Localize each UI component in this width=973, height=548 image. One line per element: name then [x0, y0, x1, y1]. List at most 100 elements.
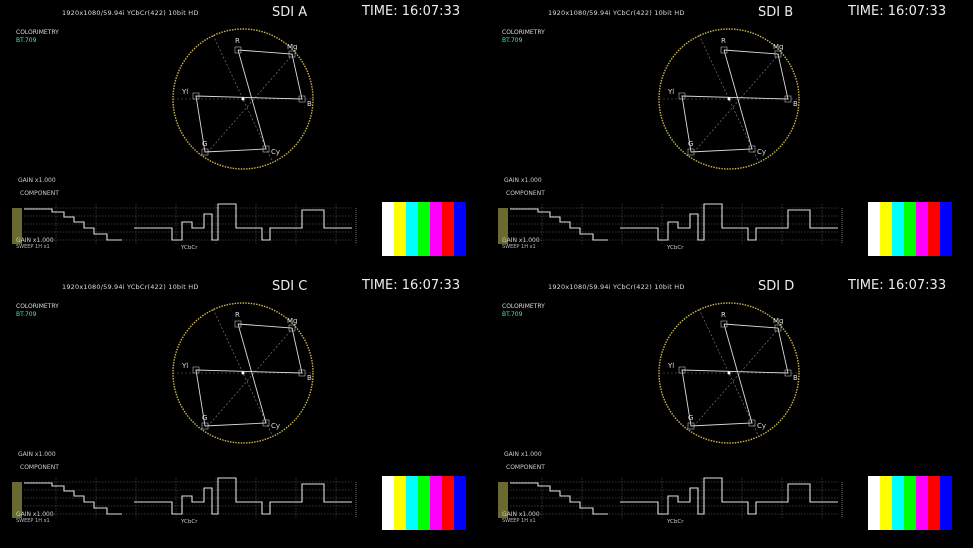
vector-gain: GAIN x1.000 [18, 451, 56, 458]
vector-center [241, 97, 245, 101]
color-bar-blue [454, 202, 466, 256]
component-label: COMPONENT [506, 464, 545, 471]
waveform-trace-y [510, 482, 608, 515]
target-label-mg: Mg [287, 317, 297, 325]
colorimetry-label: COLORIMETRY [502, 303, 545, 310]
waveform-monitor [12, 477, 357, 518]
color-bar-yellow [394, 202, 406, 256]
timecode: TIME: 16:07:33 [362, 278, 461, 293]
waveform-monitor [498, 477, 843, 518]
target-label-mg: Mg [287, 43, 297, 51]
component-label: COMPONENT [20, 464, 59, 471]
vectorscope-axis-3 [207, 53, 294, 153]
target-label-g: G [688, 414, 693, 422]
timecode: TIME: 16:07:33 [848, 278, 947, 293]
signal-format: 1920x1080/59.94i YCbCr(422) 10bit HD [62, 9, 199, 17]
target-label-yl: Yl [667, 362, 674, 370]
waveform-trace-y [24, 482, 122, 515]
target-label-r: R [721, 311, 726, 319]
target-label-b: B [307, 374, 312, 382]
color-bars-preview [382, 202, 466, 256]
input-title: SDI B [758, 5, 794, 20]
color-bar-cyan [406, 476, 418, 530]
color-bar-cyan [406, 202, 418, 256]
sdi-panel-a[interactable]: 1920x1080/59.94i YCbCr(422) 10bit HD SDI… [0, 0, 486, 274]
waveform-sweep: SWEEP 1H x1 [16, 244, 50, 250]
vectorscope: R Mg B Cy G Yl [172, 28, 314, 170]
color-bar-red [928, 476, 940, 530]
target-label-g: G [688, 140, 693, 148]
waveform-gain: GAIN x1.000 [502, 237, 540, 244]
vectorscope: R Mg B Cy G Yl [658, 28, 800, 170]
vector-center [727, 97, 731, 101]
color-bar-yellow [880, 476, 892, 530]
timecode: TIME: 16:07:33 [848, 4, 947, 19]
color-bars-preview [382, 476, 466, 530]
target-label-yl: Yl [181, 88, 188, 96]
waveform-trace-c [620, 203, 838, 241]
sdi-panel-c[interactable]: 1920x1080/59.94i YCbCr(422) 10bit HD SDI… [0, 274, 486, 548]
color-bars-preview [868, 476, 952, 530]
waveform-monitor [498, 203, 843, 244]
target-label-yl: Yl [667, 88, 674, 96]
color-bar-cyan [892, 476, 904, 530]
color-bar-magenta [430, 476, 442, 530]
waveform-trace-c [134, 477, 352, 515]
colorimetry-label: COLORIMETRY [16, 29, 59, 36]
waveform-sweep: SWEEP 1H x1 [502, 518, 536, 524]
target-label-cy: Cy [757, 148, 766, 156]
target-label-b: B [793, 100, 798, 108]
vectorscope-axis-3 [207, 327, 294, 427]
colorimetry-value: BT.709 [16, 37, 37, 44]
waveform-ycbcr-label: YCbCr [181, 245, 198, 251]
color-bar-yellow [880, 202, 892, 256]
vectorscope-axis-3 [693, 53, 780, 153]
color-bar-green [904, 476, 916, 530]
color-bar-white [868, 202, 880, 256]
vectorscope: R Mg B Cy G Yl [172, 302, 314, 444]
waveform-trace-y [24, 208, 122, 241]
color-bars-preview [868, 202, 952, 256]
colorimetry-label: COLORIMETRY [502, 29, 545, 36]
color-bar-green [904, 202, 916, 256]
color-bar-cyan [892, 202, 904, 256]
waveform-gain: GAIN x1.000 [16, 511, 54, 518]
vectorscope: R Mg B Cy G Yl [658, 302, 800, 444]
waveform-trace-c [134, 203, 352, 241]
timecode: TIME: 16:07:33 [362, 4, 461, 19]
component-label: COMPONENT [506, 190, 545, 197]
colorimetry-value: BT.709 [502, 37, 523, 44]
signal-format: 1920x1080/59.94i YCbCr(422) 10bit HD [62, 283, 199, 291]
waveform-sweep: SWEEP 1H x1 [16, 518, 50, 524]
input-title: SDI D [758, 279, 795, 294]
target-label-cy: Cy [271, 148, 280, 156]
vector-gain: GAIN x1.000 [18, 177, 56, 184]
signal-format: 1920x1080/59.94i YCbCr(422) 10bit HD [548, 9, 685, 17]
target-label-r: R [235, 37, 240, 45]
color-bar-blue [940, 202, 952, 256]
color-bar-white [382, 202, 394, 256]
vector-trace [681, 49, 789, 153]
color-bar-magenta [430, 202, 442, 256]
sdi-panel-d[interactable]: 1920x1080/59.94i YCbCr(422) 10bit HD SDI… [486, 274, 972, 548]
waveform-gain: GAIN x1.000 [16, 237, 54, 244]
target-label-b: B [307, 100, 312, 108]
waveform-gain: GAIN x1.000 [502, 511, 540, 518]
target-label-r: R [235, 311, 240, 319]
color-bar-red [442, 202, 454, 256]
waveform-ycbcr-label: YCbCr [181, 519, 198, 525]
color-bar-yellow [394, 476, 406, 530]
vector-gain: GAIN x1.000 [504, 451, 542, 458]
color-bar-blue [454, 476, 466, 530]
color-bar-red [928, 202, 940, 256]
target-label-r: R [721, 37, 726, 45]
color-bar-green [418, 202, 430, 256]
waveform-trace-y [510, 208, 608, 241]
vector-center [241, 371, 245, 375]
component-label: COMPONENT [20, 190, 59, 197]
sdi-panel-b[interactable]: 1920x1080/59.94i YCbCr(422) 10bit HD SDI… [486, 0, 972, 274]
color-bar-magenta [916, 202, 928, 256]
target-label-g: G [202, 414, 207, 422]
vector-trace [681, 323, 789, 427]
waveform-monitor [12, 203, 357, 244]
